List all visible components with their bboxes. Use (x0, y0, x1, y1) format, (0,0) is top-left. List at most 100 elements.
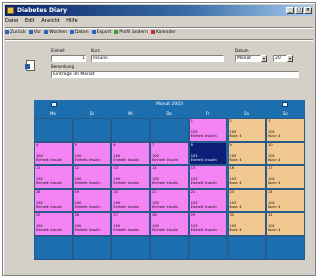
entry-text: Kurz: 4 (229, 228, 242, 233)
diary-icon (25, 60, 35, 71)
calendar-day-cell[interactable]: 16 103 Kurz: 4 (227, 165, 267, 189)
calendar-day-cell[interactable]: 10 101 Kurz: 4 (266, 141, 305, 166)
calendar-day-cell[interactable]: 18 100 Einheit: Insulin (34, 188, 73, 213)
calendar-day-cell[interactable]: 28 100 Einheit: Insulin (150, 212, 189, 236)
menu-datei[interactable]: Datei (5, 18, 18, 24)
unit-field[interactable]: 1 (51, 55, 86, 62)
entry-text: Kurz: 4 (268, 134, 281, 138)
calendar-day-cell[interactable]: 13 100 Einheit: Insulin (111, 165, 151, 189)
short-field[interactable]: Insulin (91, 55, 224, 62)
toolbar-icon (44, 29, 49, 34)
calendar-day-cell[interactable]: 6 100 Einheit: Insulin (111, 141, 151, 166)
toolbar-button-label: Wochen (49, 30, 67, 35)
toolbar-button-label: Vor (33, 30, 42, 35)
calendar-day-cell[interactable]: 20 100 Einheit: Insulin (111, 188, 151, 213)
toolbar-divider (5, 39, 313, 41)
calendar-day-cell[interactable]: 15 103 Einheit: Insulin (188, 165, 228, 189)
entry-text: Kurz: 4 (229, 134, 242, 138)
calendar-day-cell[interactable]: 19 100 Einheit: Insulin (72, 188, 112, 213)
entry-text: Einheit: Insulin (36, 181, 62, 186)
toolbar-button[interactable]: Profil ändern (114, 28, 148, 38)
app-icon (7, 7, 14, 14)
entry-text: Einheit: Insulin (152, 181, 178, 186)
year-dropdown-icon[interactable]: ▾ (287, 55, 293, 62)
toolbar-icon (28, 29, 33, 34)
calendar-day-cell[interactable]: 14 100 Einheit: Insulin (150, 165, 189, 189)
toolbar-button-label: Kalender (155, 30, 176, 35)
calendar-day-cell[interactable] (266, 236, 305, 260)
calendar-day-cell[interactable]: 1 103 Einheit: Insulin (188, 118, 228, 142)
entry-text: Kurz: 4 (268, 228, 281, 233)
calendar-day-cell[interactable]: 11 100 Einheit: Insulin (34, 165, 73, 189)
menu-hilfe[interactable]: Hilfe (66, 18, 77, 24)
calendar-day-cell[interactable]: 4 100 Einheit: Insulin (34, 141, 73, 166)
calendar-day-cell[interactable]: 12 100 Einheit: Insulin (72, 165, 112, 189)
unit-label: Einheit (51, 48, 65, 53)
calendar-day-cell[interactable]: 24 101 Kurz: 4 (266, 188, 305, 213)
toolbar-button[interactable]: Kalender (150, 28, 176, 38)
calendar-day-cell[interactable]: 25 100 Einheit: Insulin (34, 212, 73, 236)
calendar-day-cell[interactable]: 23 103 Kurz: 4 (227, 188, 267, 213)
calendar-day-cell[interactable] (227, 236, 267, 260)
period-select[interactable]: Monat (235, 55, 261, 62)
period-dropdown-icon[interactable]: ▾ (261, 55, 267, 62)
entry-text: Kurz: 4 (229, 204, 242, 209)
calendar-day-cell[interactable]: 5 100 Einheit: Insulin (72, 141, 112, 166)
calendar-day-cell[interactable] (34, 118, 73, 142)
calendar-day-cell[interactable]: 3 101 Kurz: 4 (266, 118, 305, 142)
entry-text: Einheit: Insulin (113, 181, 140, 186)
entry-text: Einheit: Insulin (113, 204, 140, 209)
entry-text: Einheit: Insulin (152, 228, 178, 233)
calendar-title: Monat 2003 (156, 102, 183, 107)
entry-text: Einheit: Insulin (190, 181, 217, 186)
calendar-day-cell[interactable] (34, 236, 73, 260)
short-label: Kurz (91, 48, 100, 53)
calendar-day-cell[interactable]: 17 101 Kurz: 4 (266, 165, 305, 189)
menu-ansicht[interactable]: Ansicht (41, 18, 59, 24)
toolbar-icon (114, 29, 119, 34)
next-month-icon[interactable] (282, 102, 288, 107)
calendar-day-cell[interactable]: 26 100 Einheit: Insulin (72, 212, 112, 236)
entry-text: Kurz: 4 (268, 181, 281, 186)
toolbar-icon (69, 29, 74, 34)
year-field[interactable]: 20 (273, 55, 287, 62)
entry-text: Einheit: Insulin (74, 204, 101, 209)
maximize-button[interactable]: □ (295, 7, 303, 14)
calendar-day-cell[interactable] (188, 236, 228, 260)
calendar-day-cell[interactable] (72, 118, 112, 142)
entry-text: Einheit: Insulin (152, 157, 178, 162)
calendar-day-cell[interactable]: 30 103 Kurz: 4 (227, 212, 267, 236)
calendar-day-cell[interactable]: 7 100 Einheit: Insulin (150, 141, 189, 166)
calendar-day-cell[interactable]: 2 103 Kurz: 4 (227, 118, 267, 142)
calendar-day-cell[interactable]: 31 101 Kurz: 4 (266, 212, 305, 236)
calendar-day-cell[interactable]: 22 103 Einheit: Insulin (188, 188, 228, 213)
calendar-day-cell[interactable] (111, 236, 151, 260)
calendar-day-cell[interactable]: 27 100 Einheit: Insulin (111, 212, 151, 236)
entry-text: Einheit: Insulin (113, 157, 140, 162)
calendar-day-cell[interactable]: 8 103 Einheit: Insulin (188, 141, 228, 166)
title-bar: Diabetes Diary _ □ × (5, 5, 313, 16)
calendar-day-cell[interactable]: 9 103 Kurz: 4 (227, 141, 267, 166)
entry-text: Einheit: Insulin (190, 157, 217, 162)
entry-text: Kurz: 4 (268, 204, 281, 209)
calendar-day-cell[interactable]: 29 103 Einheit: Insulin (188, 212, 228, 236)
toolbar-button[interactable]: Export (91, 28, 111, 38)
calendar-day-cell[interactable] (111, 118, 151, 142)
calendar-day-cell[interactable]: 21 100 Einheit: Insulin (150, 188, 189, 213)
remark-field[interactable]: Einträge im Monat (51, 71, 299, 78)
calendar-day-cell[interactable] (150, 118, 189, 142)
minimize-button[interactable]: _ (286, 7, 294, 14)
weekday-label: Mo (50, 111, 56, 116)
close-button[interactable]: × (304, 7, 312, 14)
toolbar-button[interactable]: Zurück (5, 28, 26, 38)
calendar-day-cell[interactable] (72, 236, 112, 260)
toolbar-button[interactable]: Vor (28, 28, 42, 38)
menu-bar: Datei Edit Ansicht Hilfe (5, 18, 83, 26)
calendar-day-cell[interactable] (150, 236, 189, 260)
remark-label: Bemerkung (51, 64, 75, 69)
toolbar-button[interactable]: Wochen (44, 28, 67, 38)
menu-edit[interactable]: Edit (25, 18, 35, 24)
toolbar-button[interactable]: Daten (69, 28, 89, 38)
entry-text: Einheit: Insulin (74, 157, 101, 162)
entry-text: Einheit: Insulin (113, 228, 140, 233)
